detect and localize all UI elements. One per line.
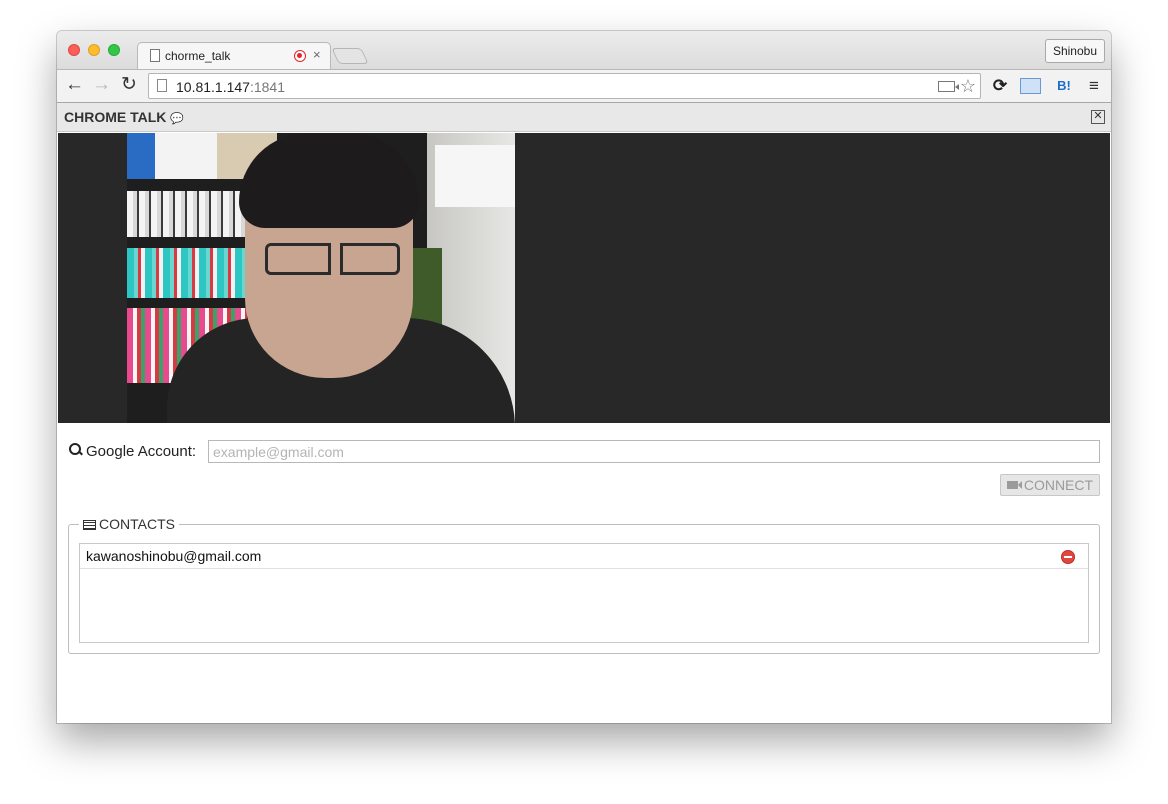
browser-window: chorme_talk × Shinobu ← → ↻ 10.81.1.147:… [57, 31, 1111, 723]
window-minimize-button[interactable] [88, 44, 100, 56]
google-account-label: Google Account: [86, 443, 197, 460]
list-icon [83, 520, 96, 530]
hatena-bookmark-icon[interactable]: B! [1054, 75, 1074, 97]
contacts-legend-text: CONTACTS [99, 516, 175, 532]
new-tab-button[interactable] [331, 48, 369, 64]
forward-button[interactable]: → [92, 74, 111, 96]
contacts-fieldset: CONTACTS kawanoshinobu@gmail.com [68, 516, 1100, 654]
recording-indicator-icon [294, 50, 306, 62]
url-host: 10.81.1.147 [176, 79, 250, 95]
account-form-row: Google Account: [68, 440, 1100, 465]
app-close-button[interactable]: ✕ [1091, 110, 1105, 124]
app-header: CHROME TALK 💬 ✕ [57, 103, 1111, 132]
app-title-text: CHROME TALK [64, 109, 167, 125]
tab-strip: chorme_talk × Shinobu [57, 31, 1111, 70]
window-close-button[interactable] [68, 44, 80, 56]
browser-toolbar: ← → ↻ 10.81.1.147:1841 ☆ ⟳ B! ≡ [57, 69, 1111, 103]
app-title: CHROME TALK 💬 [64, 109, 184, 125]
search-icon [68, 442, 82, 456]
comments-icon: 💬 [170, 113, 184, 125]
url-text: 10.81.1.147:1841 [176, 79, 285, 95]
page-icon [157, 79, 167, 92]
connect-button[interactable]: CONNECT [1000, 474, 1100, 496]
camera-in-use-icon[interactable] [938, 81, 959, 92]
chrome-menu-icon[interactable]: ≡ [1085, 75, 1103, 97]
contact-email[interactable]: kawanoshinobu@gmail.com [86, 548, 261, 564]
profile-button[interactable]: Shinobu [1044, 39, 1105, 63]
tab-close-button[interactable]: × [313, 47, 321, 62]
window-extension-icon[interactable] [1020, 78, 1041, 94]
page-icon [150, 49, 160, 62]
tab-chorme-talk[interactable]: chorme_talk × [137, 42, 331, 70]
back-button[interactable]: ← [65, 74, 84, 96]
sync-extension-icon[interactable]: ⟳ [989, 75, 1011, 97]
address-bar[interactable]: 10.81.1.147:1841 ☆ [148, 73, 981, 99]
video-camera-icon [1006, 481, 1022, 489]
connect-label: CONNECT [1023, 477, 1094, 493]
window-maximize-button[interactable] [108, 44, 120, 56]
tab-title: chorme_talk [165, 49, 231, 63]
local-video-feed [127, 133, 515, 423]
contacts-legend: CONTACTS [79, 516, 179, 532]
google-account-input[interactable] [208, 440, 1100, 463]
reload-button[interactable]: ↻ [121, 74, 137, 96]
contact-list: kawanoshinobu@gmail.com [79, 543, 1089, 643]
contact-row[interactable]: kawanoshinobu@gmail.com [80, 544, 1088, 569]
url-port: :1841 [249, 79, 286, 95]
video-area [58, 133, 1110, 423]
remove-contact-icon[interactable] [1061, 550, 1075, 564]
bookmark-star-icon[interactable]: ☆ [960, 76, 976, 97]
